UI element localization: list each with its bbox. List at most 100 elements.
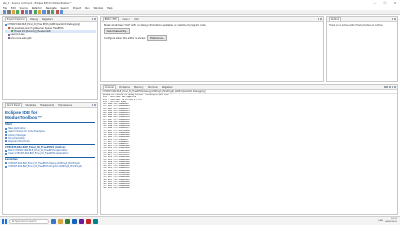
maximize-icon[interactable] xyxy=(94,18,96,20)
toolbar-button-5-icon[interactable] xyxy=(20,10,24,14)
clock-date: 04/06/2022 xyxy=(385,221,397,223)
editor-tab-2[interactable]: main.c xyxy=(121,17,131,21)
configure-label: Configure when this editor is shown: xyxy=(104,36,146,40)
taskbar-app-3-icon[interactable] xyxy=(65,218,70,224)
taskbar-clock[interactable]: 10:11 04/06/2022 xyxy=(385,218,397,223)
taskbar-app-4-icon[interactable] xyxy=(72,218,77,224)
quick-link-icon xyxy=(5,149,7,152)
panel-tools xyxy=(383,86,397,88)
windows-taskbar: Type here to search ENG 10:11 04/06/2022 xyxy=(0,216,400,225)
quick-link-icon xyxy=(5,130,7,133)
quick-panel-tab-1[interactable]: Quick Panel xyxy=(4,103,23,107)
toolbar-button-13-icon[interactable] xyxy=(55,10,59,14)
toolbar-button-6-icon[interactable] xyxy=(24,10,29,14)
minimize-icon[interactable] xyxy=(91,18,94,20)
quick-panel-section-heading: CY8CKIT-062-BLE_Emul_IO_FreeRTOS (Active… xyxy=(5,145,66,149)
project-explorer-tab-3[interactable]: Registers xyxy=(41,17,54,21)
taskbar-search-placeholder: Type here to search xyxy=(14,219,37,223)
scroll-lock-icon[interactable] xyxy=(386,86,389,88)
minimize-icon[interactable] xyxy=(391,18,394,20)
taskbar-app-7-icon[interactable] xyxy=(93,218,98,224)
panel-tools xyxy=(91,18,97,20)
toolbar-button-11-icon[interactable] xyxy=(46,10,50,14)
editor-panel: BSP.h (TM) main.c 0x0 Break at address "0x… xyxy=(100,16,324,82)
tree-node-icon xyxy=(7,37,10,40)
quick-panel-link[interactable]: CY8CKIT-062-BLE_Emul_IO_FreeRTOS Program… xyxy=(5,165,95,168)
quick-link-label: CY8CKIT-062-BLE_Emul_IO_FreeRTOS Program… xyxy=(8,165,82,169)
windows-start-icon[interactable] xyxy=(2,218,7,224)
disassembly-row: View Disassembly... xyxy=(104,28,320,35)
maximize-icon[interactable] xyxy=(394,18,396,20)
toolbar-button-10-icon[interactable] xyxy=(42,10,46,14)
quick-panel-link[interactable]: Clean CY8CKIT-062-BLE_Emul_IO_FreeRTOS A… xyxy=(5,152,95,155)
break-address-message: Break at address "0x0" with no debug inf… xyxy=(104,24,207,27)
taskbar-app-1-icon[interactable] xyxy=(51,218,56,224)
toolbar-button-3-icon[interactable] xyxy=(11,10,15,14)
toolbar-button-8-icon[interactable] xyxy=(33,10,37,14)
outline-tab-1[interactable]: Outline xyxy=(328,17,342,21)
console-line: (38) 0x26 (38) 0x00000000 xyxy=(102,187,130,190)
console-tab-5[interactable]: Registers xyxy=(161,85,174,89)
tree-node-icon xyxy=(7,27,10,30)
console-panel: Console Problems Memory Terminal Registers C… xyxy=(100,84,398,215)
quick-link-label: Keyboard Shortcuts xyxy=(8,139,30,143)
quick-panel-sections: Start New Application Search Online for Co… xyxy=(5,121,95,168)
view-disassembly-button[interactable]: View Disassembly... xyxy=(104,28,131,35)
configure-row: Configure when this editor is shown: Pre… xyxy=(104,35,320,42)
quick-link-icon xyxy=(5,140,7,143)
quick-panel-tab-2[interactable]: Variables xyxy=(24,103,37,107)
toolbar-button-4-icon[interactable] xyxy=(16,10,20,14)
tree-row-label: arm-none-eabi-gdb xyxy=(10,36,32,40)
quick-panel-tab-4[interactable]: Expressions xyxy=(57,103,73,107)
taskbar-app-2-icon[interactable] xyxy=(58,218,63,224)
toolbar-button-1-icon[interactable] xyxy=(3,10,7,14)
minimize-icon[interactable] xyxy=(91,104,94,106)
project-explorer-panel: Project Explorer Debug Registers CY8CKIT-0… xyxy=(2,16,98,100)
project-explorer-tab-1[interactable]: Project Explorer xyxy=(4,17,28,21)
maximize-icon[interactable] xyxy=(320,18,322,20)
panel-tools xyxy=(317,18,323,20)
window-title: ide_1 - Source not found - Eclipse IDE f… xyxy=(3,1,72,5)
maximize-icon[interactable] xyxy=(394,86,396,88)
tree-row[interactable]: arm-none-eabi-gdb xyxy=(5,37,96,40)
minimize-icon[interactable] xyxy=(317,18,320,20)
source-not-found-editor: Break at address "0x0" with no debug inf… xyxy=(101,22,323,45)
quick-panel-body: Eclipse IDE for ModusToolbox™ Start New A… xyxy=(3,108,97,169)
language-indicator[interactable]: ENG xyxy=(379,220,383,222)
toolbar-button-9-icon[interactable] xyxy=(38,10,42,14)
quick-link-icon xyxy=(5,134,7,137)
maximize-icon[interactable] xyxy=(94,104,96,106)
console-tab-4[interactable]: Terminal xyxy=(147,85,159,89)
preferences-button[interactable]: Preferences... xyxy=(147,35,168,42)
search-icon xyxy=(11,219,14,223)
pin-console-icon[interactable] xyxy=(389,86,391,88)
quick-panel-tab-3[interactable]: Breakpoints xyxy=(39,103,55,107)
panel-tools xyxy=(391,18,397,20)
quick-panel: Quick Panel Variables Breakpoints Expressio… xyxy=(2,102,98,215)
console-tab-3[interactable]: Memory xyxy=(133,85,145,89)
quick-link-label: Clean CY8CKIT-062-BLE_Emul_IO_FreeRTOS A… xyxy=(8,152,69,156)
eclipse-modustoolbox-banner: Eclipse IDE for ModusToolbox™ xyxy=(5,110,95,120)
minimize-icon[interactable] xyxy=(391,86,394,88)
main-toolbar xyxy=(0,10,400,15)
taskbar-app-5-icon[interactable] xyxy=(79,218,84,224)
project-explorer-tab-2[interactable]: Debug xyxy=(29,17,39,21)
toolbar-button-12-icon[interactable] xyxy=(51,10,55,14)
toolbar-button-14-icon[interactable] xyxy=(59,10,64,14)
toolbar-button-2-icon[interactable] xyxy=(7,10,11,14)
toolbar-button-7-icon[interactable] xyxy=(29,10,33,14)
clear-console-icon[interactable] xyxy=(383,86,386,88)
system-tray: ENG 10:11 04/06/2022 xyxy=(379,218,400,223)
quick-link-icon xyxy=(5,152,7,155)
tree-node-icon xyxy=(4,23,7,26)
panel-tools xyxy=(91,104,97,106)
taskbar-search-input[interactable]: Type here to search xyxy=(9,218,49,224)
editor-tab-3[interactable]: 0x0 xyxy=(133,17,140,21)
quick-panel-link[interactable]: Keyboard Shortcuts xyxy=(5,140,95,143)
console-tab-2[interactable]: Problems xyxy=(118,85,131,89)
outline-panel: Outline There is no active editor that p… xyxy=(326,16,398,82)
editor-tab-1[interactable]: BSP.h (TM) xyxy=(102,17,119,21)
outline-message: There is no active editor that provides … xyxy=(329,23,384,27)
taskbar-app-6-icon[interactable] xyxy=(86,218,91,224)
console-output[interactable]: openocd.exe started for debug session, l… xyxy=(101,94,397,191)
